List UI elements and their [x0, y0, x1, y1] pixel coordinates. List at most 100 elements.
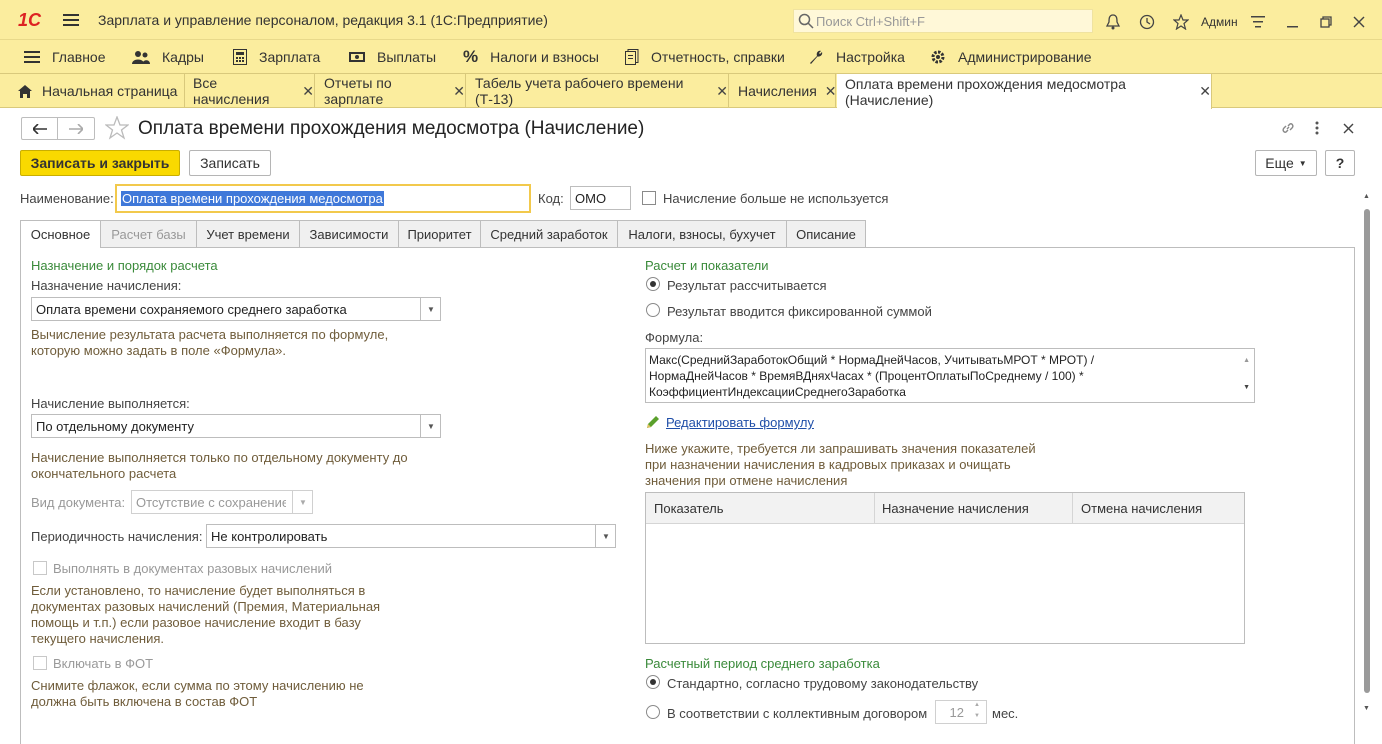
menu-item-payments[interactable]: Выплаты [349, 40, 436, 74]
radio-calculated[interactable] [646, 277, 660, 291]
unused-checkbox[interactable] [642, 191, 656, 205]
purpose-select[interactable]: Оплата времени сохраняемого среднего зар… [31, 297, 441, 321]
save-button[interactable]: Записать [189, 150, 271, 176]
save-and-close-button[interactable]: Записать и закрыть [20, 150, 180, 176]
help-button[interactable]: ? [1325, 150, 1355, 176]
exec-select[interactable]: По отдельному документу ▼ [31, 414, 441, 438]
stepper-down-icon[interactable]: ▼ [974, 713, 980, 719]
more-button[interactable]: Еще ▼ [1255, 150, 1317, 176]
menu-item-salary[interactable]: Зарплата [233, 40, 320, 74]
column-header-cancel[interactable]: Отмена начисления [1073, 493, 1244, 524]
menu-item-reports[interactable]: Отчетность, справки [625, 40, 785, 74]
notifications-icon[interactable] [1104, 13, 1122, 31]
home-icon [18, 84, 32, 98]
tab-label: Начальная страница [42, 83, 178, 99]
column-header-assignment[interactable]: Назначение начисления [875, 493, 1073, 524]
fot-checkbox[interactable] [33, 656, 47, 670]
menu-item-admin[interactable]: Администрирование [930, 40, 1092, 74]
tab-all-accruals[interactable]: Все начисления ✕ [185, 74, 315, 108]
scrollbar-thumb[interactable] [1364, 209, 1370, 693]
radio-fixed-sum[interactable] [646, 303, 660, 317]
more-button-label: Еще [1265, 155, 1294, 171]
forward-arrow-icon[interactable] [58, 118, 94, 139]
settings-menu-icon[interactable] [1249, 13, 1267, 31]
tab-dependencies[interactable]: Зависимости [299, 220, 399, 247]
scroll-up-icon[interactable]: ▲ [1243, 353, 1250, 369]
menu-item-personnel[interactable]: Кадры [132, 40, 204, 74]
onetime-hint-line3: помощь и т.п.) если разовое начисление в… [31, 615, 361, 630]
radio-collective-agreement-label: В соответствии с коллективным договором [667, 706, 928, 721]
tab-home[interactable]: Начальная страница [10, 74, 185, 108]
tab-priority[interactable]: Приоритет [398, 220, 481, 247]
close-tab-icon[interactable]: ✕ [716, 83, 728, 100]
period-select[interactable]: Не контролировать ▼ [206, 524, 616, 548]
main-menu-icon[interactable] [62, 11, 80, 29]
doc-type-select[interactable]: Отсутствие с сохранением ▼ [131, 490, 313, 514]
menu-item-taxes[interactable]: % Налоги и взносы [463, 40, 599, 74]
dropdown-arrow-icon[interactable]: ▼ [595, 525, 615, 547]
wrench-icon [808, 49, 824, 65]
tab-description[interactable]: Описание [786, 220, 866, 247]
tab-base-calc[interactable]: Расчет базы [100, 220, 197, 247]
close-tab-icon[interactable]: ✕ [1199, 83, 1211, 100]
months-input[interactable]: 12 ▲ ▼ [935, 700, 987, 724]
name-input[interactable]: Оплата времени прохождения медосмотра [115, 184, 531, 213]
hamburger-icon [24, 50, 40, 64]
indicators-table[interactable]: Показатель Назначение начисления Отмена … [645, 492, 1245, 644]
exec-label: Начисление выполняется: [31, 396, 190, 411]
menu-item-settings[interactable]: Настройка [808, 40, 905, 74]
code-input[interactable]: ОМО [570, 186, 631, 210]
menu-item-label: Кадры [162, 49, 204, 65]
favorites-star-icon[interactable] [1172, 13, 1190, 31]
edit-formula-link[interactable]: Редактировать формулу [666, 415, 814, 430]
unused-label: Начисление больше не используется [663, 191, 889, 206]
close-form-icon[interactable] [1339, 118, 1357, 138]
scroll-down-icon[interactable]: ▼ [1363, 705, 1370, 712]
back-arrow-icon[interactable] [22, 118, 58, 139]
open-windows-bar: Начальная страница Все начисления ✕ Отчет… [0, 74, 1382, 109]
scroll-down-icon[interactable]: ▼ [1243, 380, 1250, 396]
period-select-value: Не контролировать [211, 528, 328, 544]
code-label: Код: [538, 191, 564, 206]
tab-accruals[interactable]: Начисления ✕ [730, 74, 837, 108]
link-icon[interactable] [1278, 118, 1298, 138]
tab-salary-reports[interactable]: Отчеты по зарплате ✕ [316, 74, 466, 108]
tab-time-tracking[interactable]: Учет времени [196, 220, 300, 247]
period-label: Периодичность начисления: [31, 529, 203, 544]
column-header-indicator[interactable]: Показатель [646, 493, 875, 524]
fot-hint-line2: должна быть включена в состав ФОТ [31, 694, 258, 709]
close-window-icon[interactable] [1350, 13, 1368, 31]
scroll-up-icon[interactable]: ▲ [1363, 193, 1370, 200]
search-icon [797, 12, 815, 30]
user-name[interactable]: Админ [1201, 15, 1238, 29]
favorite-star-icon[interactable] [104, 115, 130, 141]
global-search[interactable]: Поиск Ctrl+Shift+F [793, 9, 1093, 33]
menu-item-main[interactable]: Главное [24, 40, 106, 74]
report-icon [625, 49, 639, 65]
onetime-hint-line4: текущего начисления. [31, 631, 165, 646]
close-tab-icon[interactable]: ✕ [302, 83, 314, 100]
restore-icon[interactable] [1317, 13, 1335, 31]
tab-current-accrual[interactable]: Оплата времени прохождения медосмотра (Н… [837, 74, 1212, 109]
more-actions-icon[interactable] [1310, 118, 1324, 138]
formula-textarea[interactable]: Макс(СреднийЗаработокОбщий * НормаДнейЧа… [645, 348, 1255, 403]
tab-avg-earnings[interactable]: Средний заработок [480, 220, 618, 247]
history-icon[interactable] [1138, 13, 1156, 31]
fot-label: Включать в ФОТ [53, 656, 154, 671]
onetime-label: Выполнять в документах разовых начислени… [53, 561, 333, 576]
onetime-checkbox[interactable] [33, 561, 47, 575]
exec-hint-line2: окончательного расчета [31, 466, 177, 481]
radio-collective-agreement[interactable] [646, 705, 660, 719]
form-scrollbar[interactable]: ▲ ▼ [1362, 193, 1372, 723]
dropdown-arrow-icon[interactable]: ▼ [420, 298, 440, 320]
dropdown-arrow-icon[interactable]: ▼ [420, 415, 440, 437]
close-tab-icon[interactable]: ✕ [453, 83, 465, 100]
tab-timesheet[interactable]: Табель учета рабочего времени (Т-13) ✕ [467, 74, 729, 108]
stepper-up-icon[interactable]: ▲ [974, 702, 980, 708]
dropdown-arrow-icon[interactable]: ▼ [292, 491, 312, 513]
tab-main[interactable]: Основное [20, 220, 101, 248]
radio-standard-period[interactable] [646, 675, 660, 689]
close-tab-icon[interactable]: ✕ [825, 83, 837, 100]
minimize-icon[interactable] [1284, 13, 1302, 31]
tab-taxes-accounting[interactable]: Налоги, взносы, бухучет [617, 220, 787, 247]
